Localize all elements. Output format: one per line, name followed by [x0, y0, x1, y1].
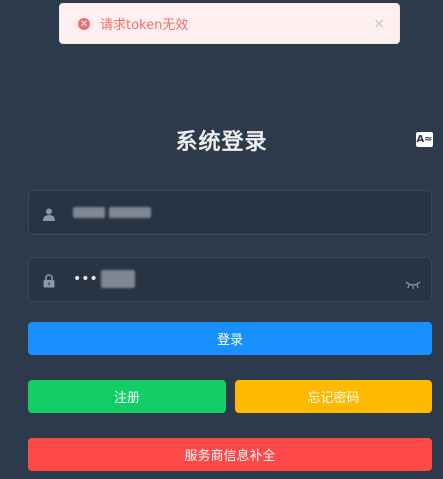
error-toast: × 请求token无效 ×	[59, 3, 400, 44]
translate-icon[interactable]: A≈	[416, 132, 433, 147]
username-value	[73, 191, 151, 234]
password-field[interactable]: •••	[28, 257, 432, 302]
login-button[interactable]: 登录	[28, 322, 432, 355]
toast-message: 请求token无效	[100, 18, 189, 33]
forgot-password-button[interactable]: 忘记密码	[235, 380, 432, 413]
user-icon	[43, 206, 55, 225]
eye-closed-icon[interactable]	[405, 274, 421, 293]
password-value: •••	[73, 258, 135, 301]
lock-icon	[43, 273, 55, 292]
error-icon: ×	[78, 17, 90, 30]
password-dots: •••	[73, 271, 98, 287]
page-title: 系统登录	[175, 130, 268, 155]
supplement-info-button[interactable]: 服务商信息补全	[28, 438, 432, 471]
register-button[interactable]: 注册	[28, 380, 226, 413]
close-icon[interactable]: ×	[373, 16, 385, 32]
username-field[interactable]	[28, 190, 432, 235]
